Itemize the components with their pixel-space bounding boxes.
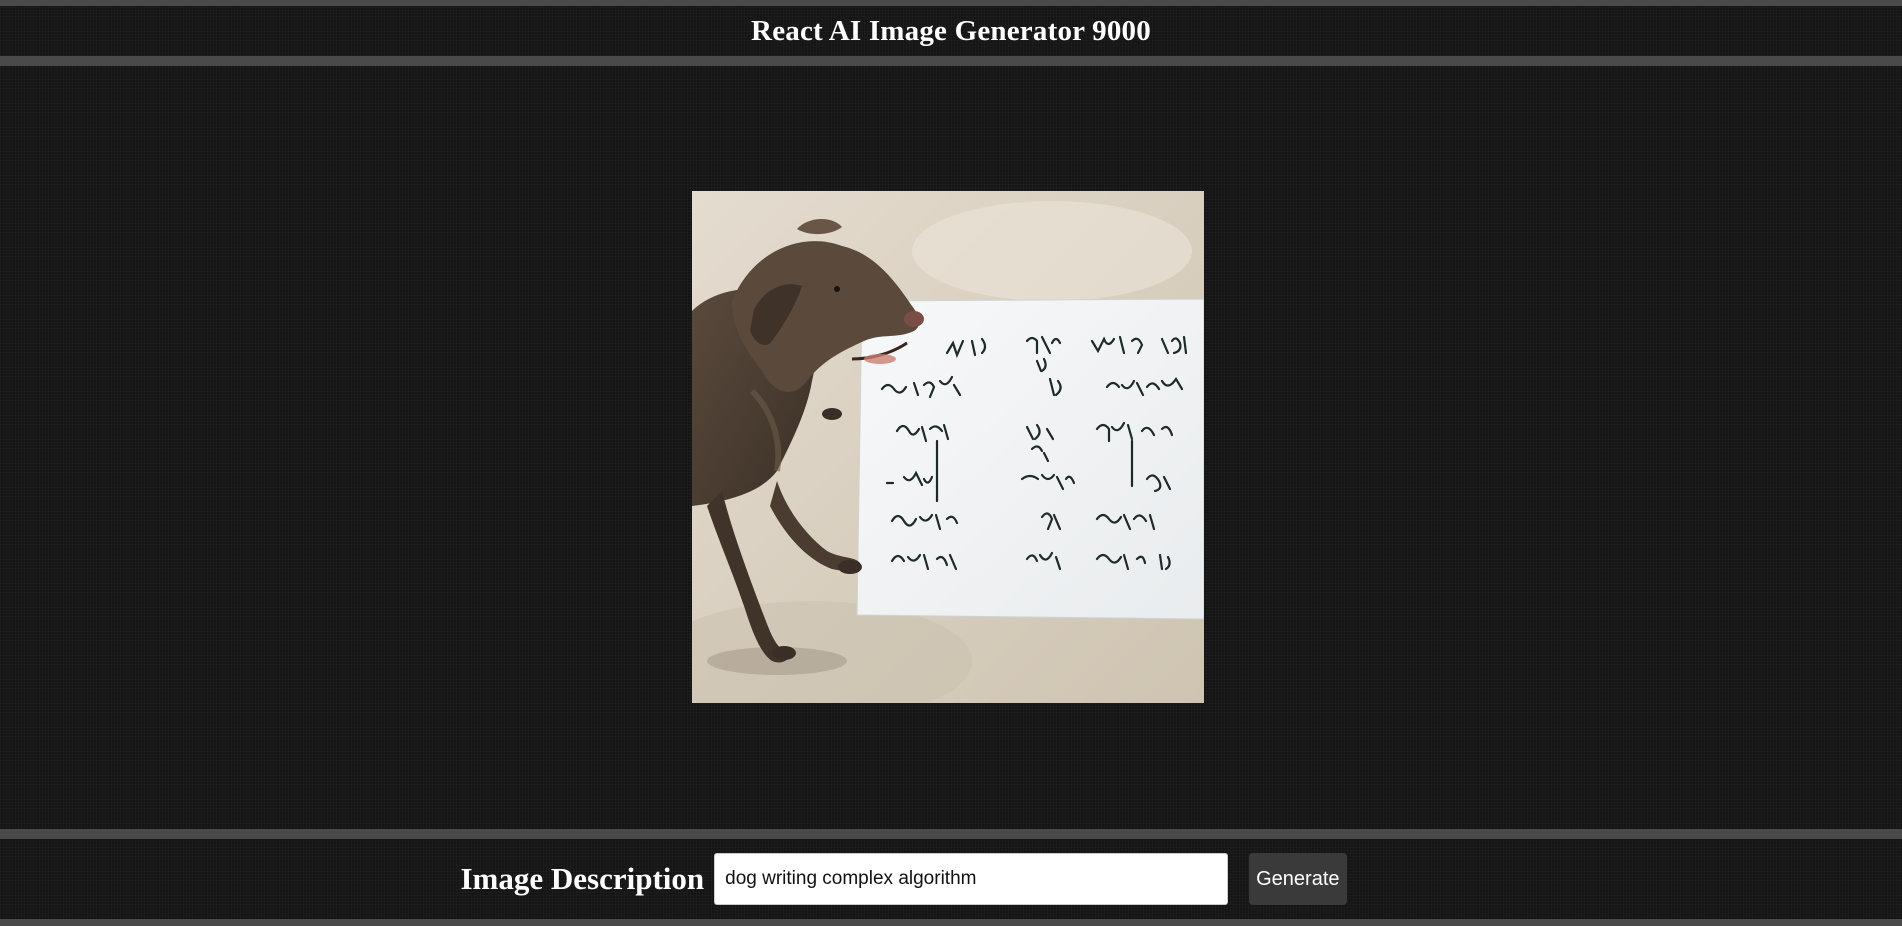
generated-image [692,191,1204,703]
header-divider [0,56,1902,66]
app-footer: Image Description Generate [0,839,1902,919]
footer-divider [0,829,1902,839]
image-description-label: Image Description [460,861,705,896]
main-content [0,66,1902,829]
app-title: React AI Image Generator 9000 [751,14,1151,47]
bottom-border [0,919,1902,926]
image-description-input[interactable] [714,853,1229,905]
app-header: React AI Image Generator 9000 [0,6,1902,56]
app-page: React AI Image Generator 9000 Image Desc… [0,0,1902,926]
generate-form: Image Description Generate [460,853,1347,905]
generate-button[interactable]: Generate [1249,853,1347,905]
